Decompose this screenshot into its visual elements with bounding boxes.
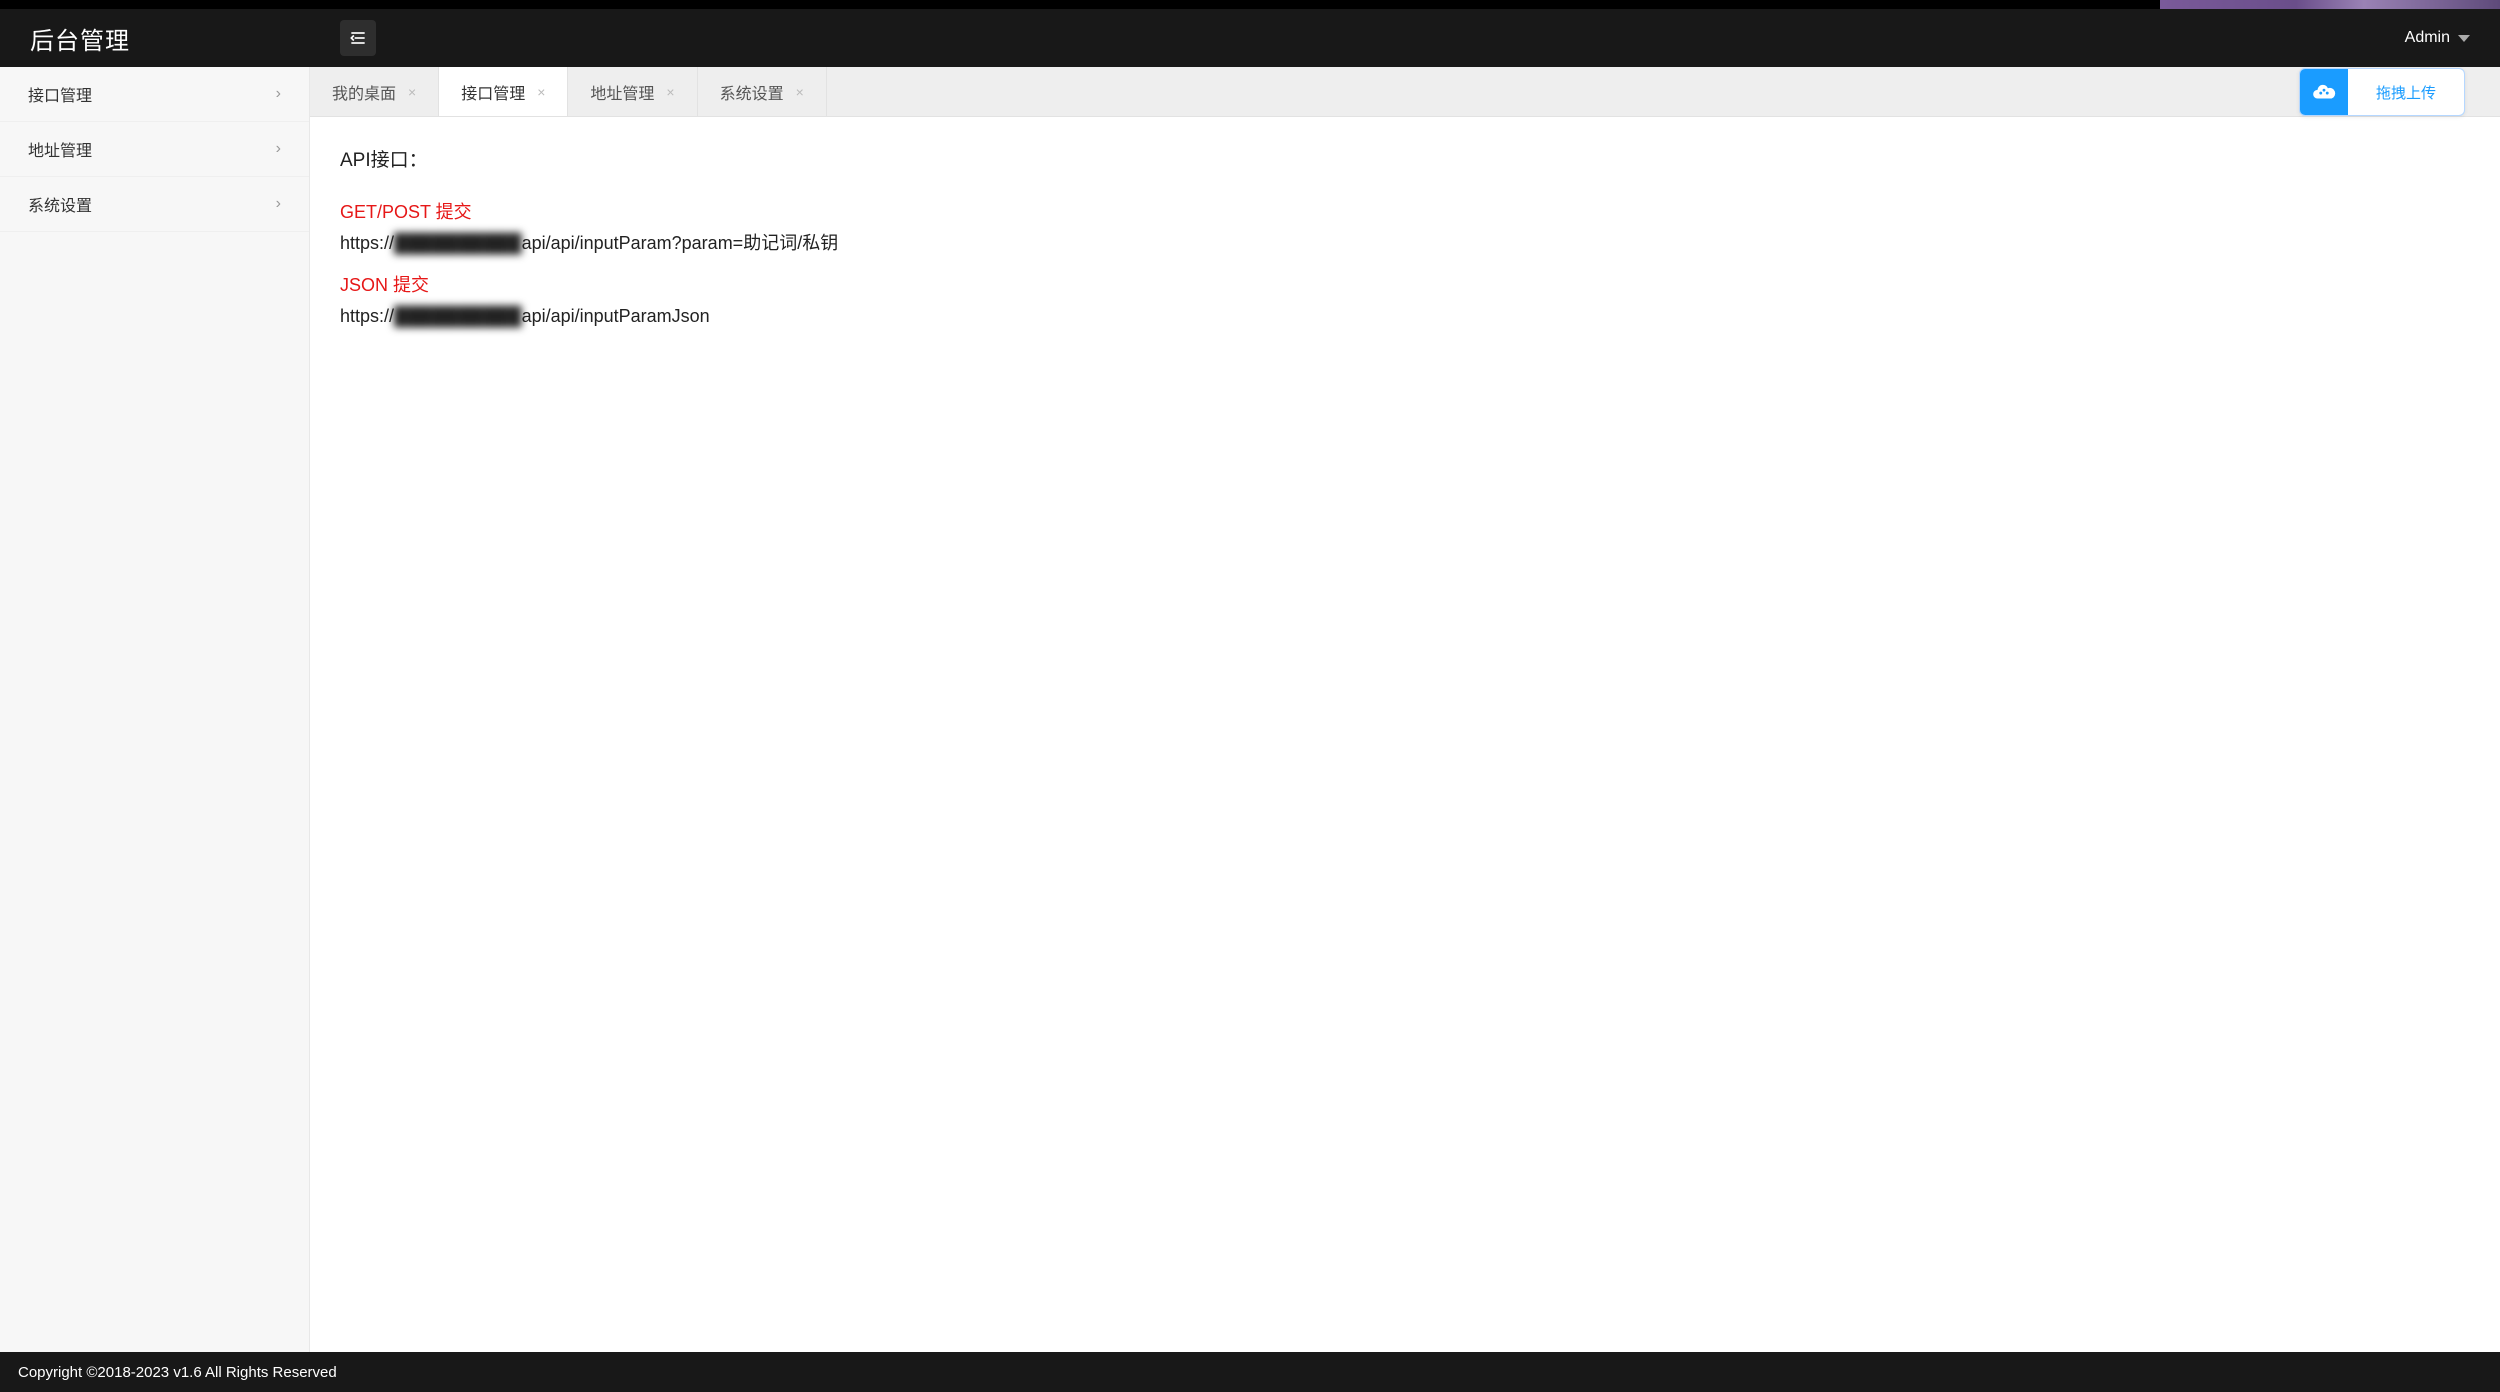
api-heading: API接口：: [340, 145, 2470, 177]
url-masked: ██████████: [394, 306, 522, 326]
tab-bar: 我的桌面 × 接口管理 × 地址管理 × 系统设置 ×: [310, 67, 2500, 117]
header-left: 后台管理: [30, 20, 376, 56]
sidebar-item-label: 地址管理: [28, 137, 92, 161]
tab-content: API接口： GET/POST 提交 https://██████████api…: [310, 117, 2500, 1352]
tab-label: 系统设置: [720, 80, 784, 104]
close-icon[interactable]: ×: [666, 84, 674, 100]
url-suffix: api/api/inputParamJson: [522, 306, 710, 326]
brand-title: 后台管理: [30, 21, 130, 56]
footer-text: Copyright ©2018-2023 v1.6 All Rights Res…: [18, 1364, 337, 1381]
upload-icon-box: [2300, 69, 2348, 115]
tab-label: 地址管理: [590, 80, 654, 104]
cloud-upload-icon: [2311, 79, 2337, 105]
api-section-getpost: GET/POST 提交 https://██████████api/api/in…: [340, 197, 2470, 258]
sidebar-item-address[interactable]: 地址管理 ›: [0, 122, 309, 177]
sidebar-item-settings[interactable]: 系统设置 ›: [0, 177, 309, 232]
section-label: GET/POST 提交: [340, 197, 2470, 228]
user-name: Admin: [2405, 29, 2450, 47]
api-section-json: JSON 提交 https://██████████api/api/inputP…: [340, 270, 2470, 331]
tab-label: 我的桌面: [332, 80, 396, 104]
tab-address[interactable]: 地址管理 ×: [568, 67, 697, 116]
close-icon[interactable]: ×: [796, 84, 804, 100]
url-prefix: https://: [340, 233, 394, 253]
chevron-right-icon: ›: [276, 85, 281, 103]
main-area: 我的桌面 × 接口管理 × 地址管理 × 系统设置 × API接口： GET/P…: [310, 67, 2500, 1352]
upload-widget[interactable]: 拖拽上传: [2299, 68, 2465, 116]
tab-settings[interactable]: 系统设置 ×: [698, 67, 827, 116]
url-masked: ██████████: [394, 233, 522, 253]
api-url: https://██████████api/api/inputParam?par…: [340, 228, 2470, 259]
top-decorative-strip: [0, 0, 2500, 9]
chevron-right-icon: ›: [276, 195, 281, 213]
sidebar-item-api[interactable]: 接口管理 ›: [0, 67, 309, 122]
sidebar: 接口管理 › 地址管理 › 系统设置 ›: [0, 67, 310, 1352]
tab-desktop[interactable]: 我的桌面 ×: [310, 67, 439, 116]
sidebar-toggle-button[interactable]: [340, 20, 376, 56]
tab-api[interactable]: 接口管理 ×: [439, 67, 568, 116]
menu-collapse-icon: [348, 28, 368, 48]
section-label: JSON 提交: [340, 270, 2470, 301]
upload-label: 拖拽上传: [2348, 82, 2464, 103]
footer: Copyright ©2018-2023 v1.6 All Rights Res…: [0, 1352, 2500, 1392]
api-url: https://██████████api/api/inputParamJson: [340, 301, 2470, 332]
url-suffix: api/api/inputParam?param=助记词/私钥: [522, 233, 839, 253]
close-icon[interactable]: ×: [408, 84, 416, 100]
app-header: 后台管理 Admin: [0, 9, 2500, 67]
app-body: 接口管理 › 地址管理 › 系统设置 › 我的桌面 × 接口管理 × 地址管理 …: [0, 67, 2500, 1352]
tab-label: 接口管理: [461, 80, 525, 104]
caret-down-icon: [2458, 35, 2470, 42]
user-menu[interactable]: Admin: [2405, 29, 2470, 47]
close-icon[interactable]: ×: [537, 84, 545, 100]
chevron-right-icon: ›: [276, 140, 281, 158]
sidebar-item-label: 系统设置: [28, 192, 92, 216]
url-prefix: https://: [340, 306, 394, 326]
sidebar-item-label: 接口管理: [28, 82, 92, 106]
